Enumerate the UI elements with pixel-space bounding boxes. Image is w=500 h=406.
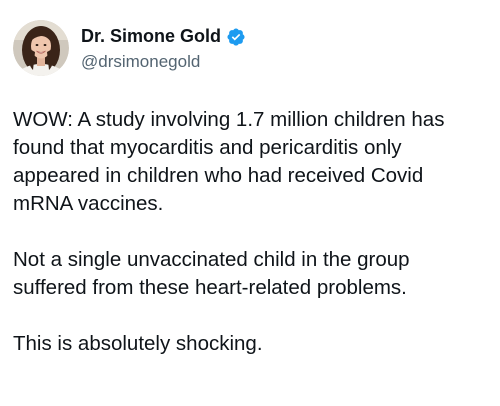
avatar[interactable]: [13, 20, 69, 76]
tweet-paragraph: This is absolutely shocking.: [13, 332, 263, 355]
verified-badge-icon: [226, 27, 246, 47]
author-identity: Dr. Simone Gold @drsimonegold: [81, 25, 246, 72]
tweet-paragraph: Not a single unvaccinated child in the g…: [13, 248, 410, 299]
author-handle[interactable]: @drsimonegold: [81, 52, 246, 72]
tweet-header: Dr. Simone Gold @drsimonegold: [13, 20, 246, 76]
avatar-image: [13, 20, 69, 76]
author-display-name[interactable]: Dr. Simone Gold: [81, 26, 221, 47]
tweet-text: WOW: A study involving 1.7 million child…: [13, 106, 487, 358]
name-row: Dr. Simone Gold: [81, 25, 246, 49]
tweet-paragraph: WOW: A study involving 1.7 million child…: [13, 108, 445, 215]
tweet-card: Dr. Simone Gold @drsimonegold WOW: A stu…: [0, 0, 500, 406]
